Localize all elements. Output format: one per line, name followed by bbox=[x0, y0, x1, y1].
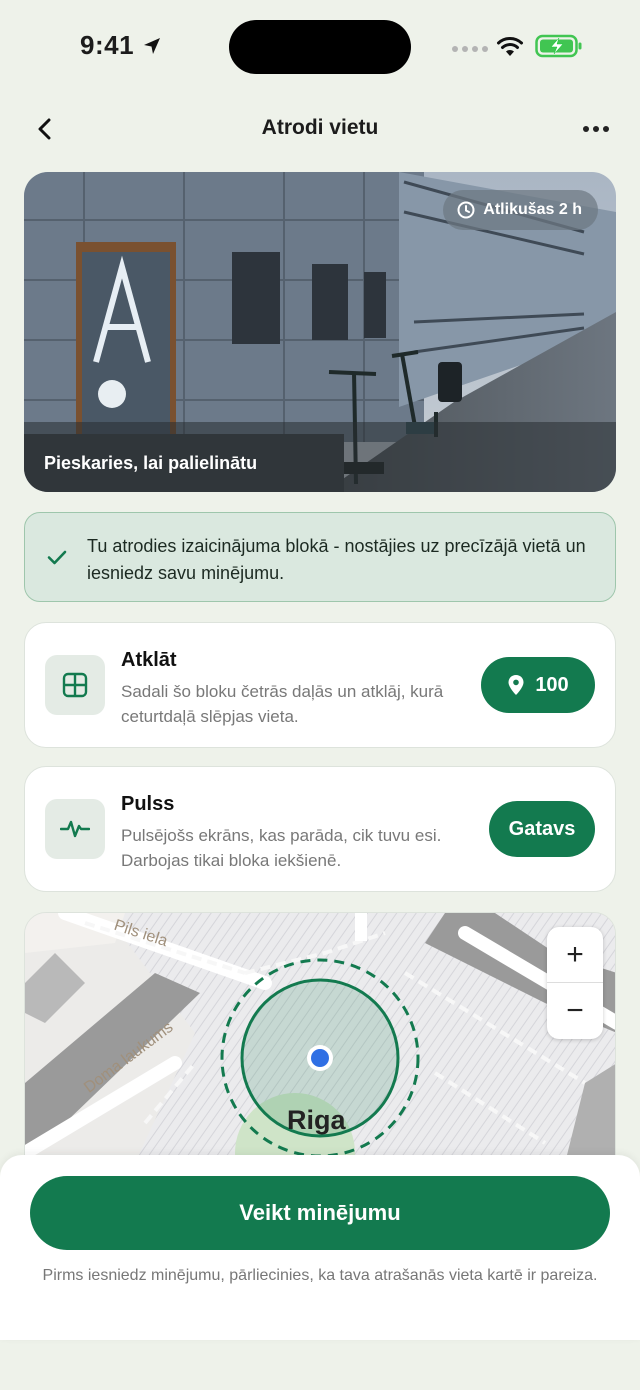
reveal-button[interactable]: 100 bbox=[481, 657, 595, 713]
pulse-icon-box bbox=[45, 799, 105, 859]
city-label: Riga bbox=[287, 1105, 346, 1135]
battery-charging-icon bbox=[535, 34, 582, 58]
more-horizontal-icon[interactable] bbox=[578, 114, 614, 144]
cellular-signal-icon bbox=[452, 46, 488, 52]
check-icon bbox=[47, 550, 67, 565]
time-remaining-badge: Atlikušas 2 h bbox=[443, 190, 598, 230]
page-title: Atrodi vietu bbox=[261, 116, 379, 139]
in-block-banner: Tu atrodies izaicinājuma blokā - nostāji… bbox=[24, 512, 616, 602]
zoom-in-button[interactable]: + bbox=[547, 927, 603, 983]
nav-header: Atrodi vietu bbox=[0, 100, 640, 156]
reveal-icon-box bbox=[45, 655, 105, 715]
reveal-cost: 100 bbox=[535, 673, 569, 696]
reveal-card: Atklāt Sadali šo bloku četrās daļās un a… bbox=[24, 622, 616, 748]
grid-icon bbox=[62, 672, 88, 698]
location-photo[interactable]: Atlikušas 2 h Pieskaries, lai palielināt… bbox=[24, 172, 616, 492]
location-arrow-icon bbox=[144, 38, 160, 54]
location-disclaimer: Pirms iesniedz minējumu, pārliecinies, k… bbox=[42, 1267, 598, 1284]
pulse-card: Pulss Pulsējošs ekrāns, kas parāda, cik … bbox=[24, 766, 616, 892]
status-bar: 9:41 bbox=[0, 0, 640, 96]
pulse-title: Pulss bbox=[121, 793, 175, 815]
pulse-ready-button[interactable]: Gatavs bbox=[489, 801, 595, 857]
banner-text: Tu atrodies izaicinājuma blokā - nostāji… bbox=[87, 536, 586, 583]
photo-caption: Pieskaries, lai palielinātu bbox=[44, 453, 258, 473]
reveal-description: Sadali šo bloku četrās daļās un atklāj, … bbox=[121, 682, 444, 726]
pulse-description: Pulsējošs ekrāns, kas parāda, cik tuvu e… bbox=[121, 826, 442, 870]
map-view[interactable]: Pils iela Doma laukums Riga + − bbox=[24, 912, 616, 1162]
zoom-out-button[interactable]: − bbox=[547, 983, 603, 1039]
zoom-controls: + − bbox=[547, 927, 603, 1039]
submit-guess-button[interactable]: Veikt minējumu bbox=[30, 1176, 610, 1250]
bottom-action-sheet: Veikt minējumu Pirms iesniedz minējumu, … bbox=[0, 1155, 640, 1340]
wifi-icon bbox=[497, 37, 523, 56]
clock-icon bbox=[457, 201, 475, 219]
reveal-title: Atklāt bbox=[121, 649, 177, 671]
status-time: 9:41 bbox=[80, 30, 135, 60]
dynamic-island bbox=[229, 20, 411, 74]
time-remaining-label: Atlikušas 2 h bbox=[483, 201, 582, 218]
pulse-icon bbox=[60, 820, 90, 838]
map-pin-icon bbox=[508, 675, 524, 695]
